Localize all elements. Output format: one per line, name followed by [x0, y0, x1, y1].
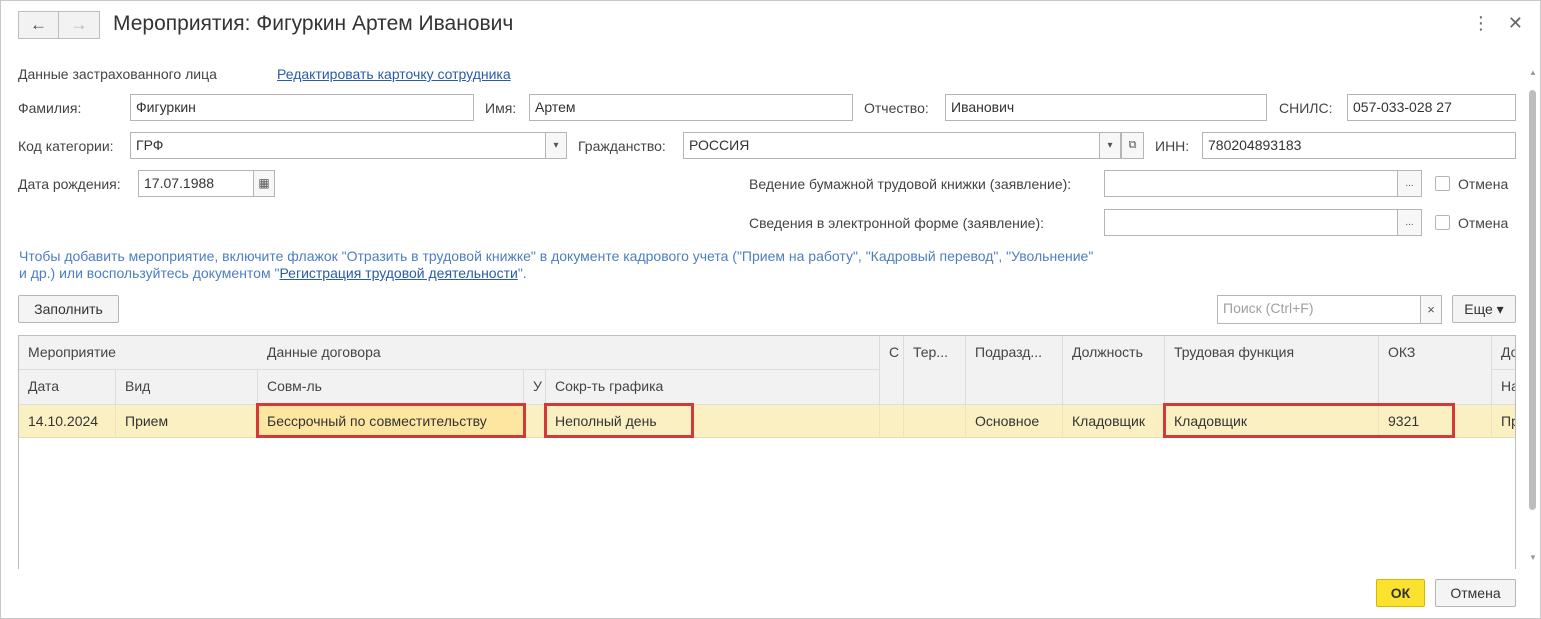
paper-book-cancel-checkbox[interactable] [1435, 176, 1450, 191]
cell-c [880, 405, 904, 438]
cell-u [524, 405, 546, 438]
col-shortened-schedule[interactable]: Сокр-ть графика [546, 370, 880, 405]
col-contract[interactable]: Данные договора [258, 336, 880, 370]
electronic-cancel-label: Отмена [1458, 215, 1509, 231]
col-department[interactable]: Подразд... [966, 336, 1063, 405]
cell-kind: Прием [116, 405, 258, 438]
search-input[interactable]: Поиск (Ctrl+F) × [1217, 295, 1442, 324]
forward-icon[interactable]: → [59, 11, 100, 39]
scroll-up-icon[interactable]: ▲ [1529, 68, 1537, 77]
lastname-field[interactable]: Фигуркин [130, 94, 474, 121]
electronic-cancel-checkbox[interactable] [1435, 215, 1450, 230]
col-kind[interactable]: Вид [116, 370, 258, 405]
paper-book-cancel-label: Отмена [1458, 176, 1509, 192]
cell-position: Кладовщик [1063, 405, 1165, 438]
patronymic-field[interactable]: Иванович [945, 94, 1267, 121]
more-icon[interactable]: ⋮ [1472, 13, 1490, 34]
patronymic-label: Отчество: [864, 100, 929, 116]
firstname-field[interactable]: Артем [529, 94, 853, 121]
electronic-label: Сведения в электронной форме (заявление)… [749, 215, 1044, 231]
cell-date: 14.10.2024 [19, 405, 116, 438]
chevron-down-icon[interactable]: ▾ [1099, 133, 1120, 158]
citizenship-select[interactable]: РОССИЯ ▾ [683, 132, 1121, 159]
ellipsis-button[interactable]: ... [1397, 210, 1421, 235]
birthdate-label: Дата рождения: [18, 176, 121, 192]
snils-field[interactable]: 057-033-028 27 [1347, 94, 1516, 121]
nav-buttons: ← → [18, 11, 100, 39]
col-u[interactable]: У [524, 370, 546, 405]
cancel-button[interactable]: Отмена [1435, 579, 1516, 607]
inn-field[interactable]: 780204893183 [1202, 132, 1516, 159]
highlight-box-combination [256, 403, 526, 438]
cell-department: Основное [966, 405, 1063, 438]
page-title: Мероприятия: Фигуркин Артем Иванович [113, 12, 514, 35]
category-value: ГРФ [136, 137, 164, 153]
info-text-after: ". [517, 265, 527, 281]
paper-book-field[interactable]: ... [1104, 170, 1422, 197]
electronic-field[interactable]: ... [1104, 209, 1422, 236]
highlight-box-function-okz [1163, 403, 1455, 438]
window-controls: ⋮ ✕ [1472, 13, 1523, 34]
info-text-before: Чтобы добавить мероприятие, включите фла… [19, 248, 1094, 281]
col-position[interactable]: Должность [1063, 336, 1165, 405]
info-text: Чтобы добавить мероприятие, включите фла… [19, 248, 1099, 282]
cell-territory [904, 405, 966, 438]
ellipsis-button[interactable]: ... [1397, 171, 1421, 196]
paper-book-label: Ведение бумажной трудовой книжки (заявле… [749, 176, 1072, 192]
col-combination[interactable]: Совм-ль [258, 370, 524, 405]
col-date[interactable]: Дата [19, 370, 116, 405]
edit-employee-link[interactable]: Редактировать карточку сотрудника [277, 66, 511, 82]
col-okz[interactable]: ОКЗ [1379, 336, 1492, 405]
col-c[interactable]: С [880, 336, 904, 405]
citizenship-label: Гражданство: [578, 138, 666, 154]
back-icon[interactable]: ← [18, 11, 59, 39]
insured-section-label: Данные застрахованного лица [18, 66, 217, 82]
lastname-label: Фамилия: [18, 100, 82, 116]
scroll-thumb[interactable] [1529, 90, 1536, 510]
col-event[interactable]: Мероприятие [19, 336, 258, 370]
scroll-down-icon[interactable]: ▼ [1529, 553, 1537, 562]
category-label: Код категории: [18, 138, 114, 154]
category-select[interactable]: ГРФ ▾ [130, 132, 567, 159]
search-placeholder: Поиск (Ctrl+F) [1223, 300, 1314, 316]
col-labor-function[interactable]: Трудовая функция [1165, 336, 1379, 405]
cell-tail: Пр [1492, 405, 1515, 438]
highlight-box-shortened [544, 403, 694, 438]
snils-label: СНИЛС: [1279, 100, 1333, 116]
ok-button[interactable]: ОК [1376, 579, 1425, 607]
col-na[interactable]: На [1492, 370, 1515, 405]
close-icon[interactable]: ✕ [1508, 13, 1523, 34]
citizenship-value: РОССИЯ [689, 137, 750, 153]
calendar-icon[interactable]: ▦ [253, 171, 274, 196]
open-icon[interactable]: ⧉ [1121, 132, 1144, 159]
birthdate-field[interactable]: 17.07.1988 ▦ [138, 170, 275, 197]
birthdate-value: 17.07.1988 [144, 175, 215, 191]
events-table: Мероприятие Данные договора С Тер... Под… [18, 335, 1516, 569]
registration-link[interactable]: Регистрация трудовой деятельности [279, 265, 517, 281]
vertical-scrollbar[interactable]: ▲ ▼ [1527, 68, 1538, 568]
col-do[interactable]: До [1492, 336, 1515, 370]
col-territory[interactable]: Тер... [904, 336, 966, 405]
firstname-label: Имя: [485, 100, 517, 116]
chevron-down-icon[interactable]: ▾ [545, 133, 566, 158]
inn-label: ИНН: [1155, 138, 1190, 154]
fill-button[interactable]: Заполнить [18, 295, 119, 323]
more-button[interactable]: Еще ▾ [1452, 295, 1516, 323]
search-clear-icon[interactable]: × [1420, 296, 1441, 323]
